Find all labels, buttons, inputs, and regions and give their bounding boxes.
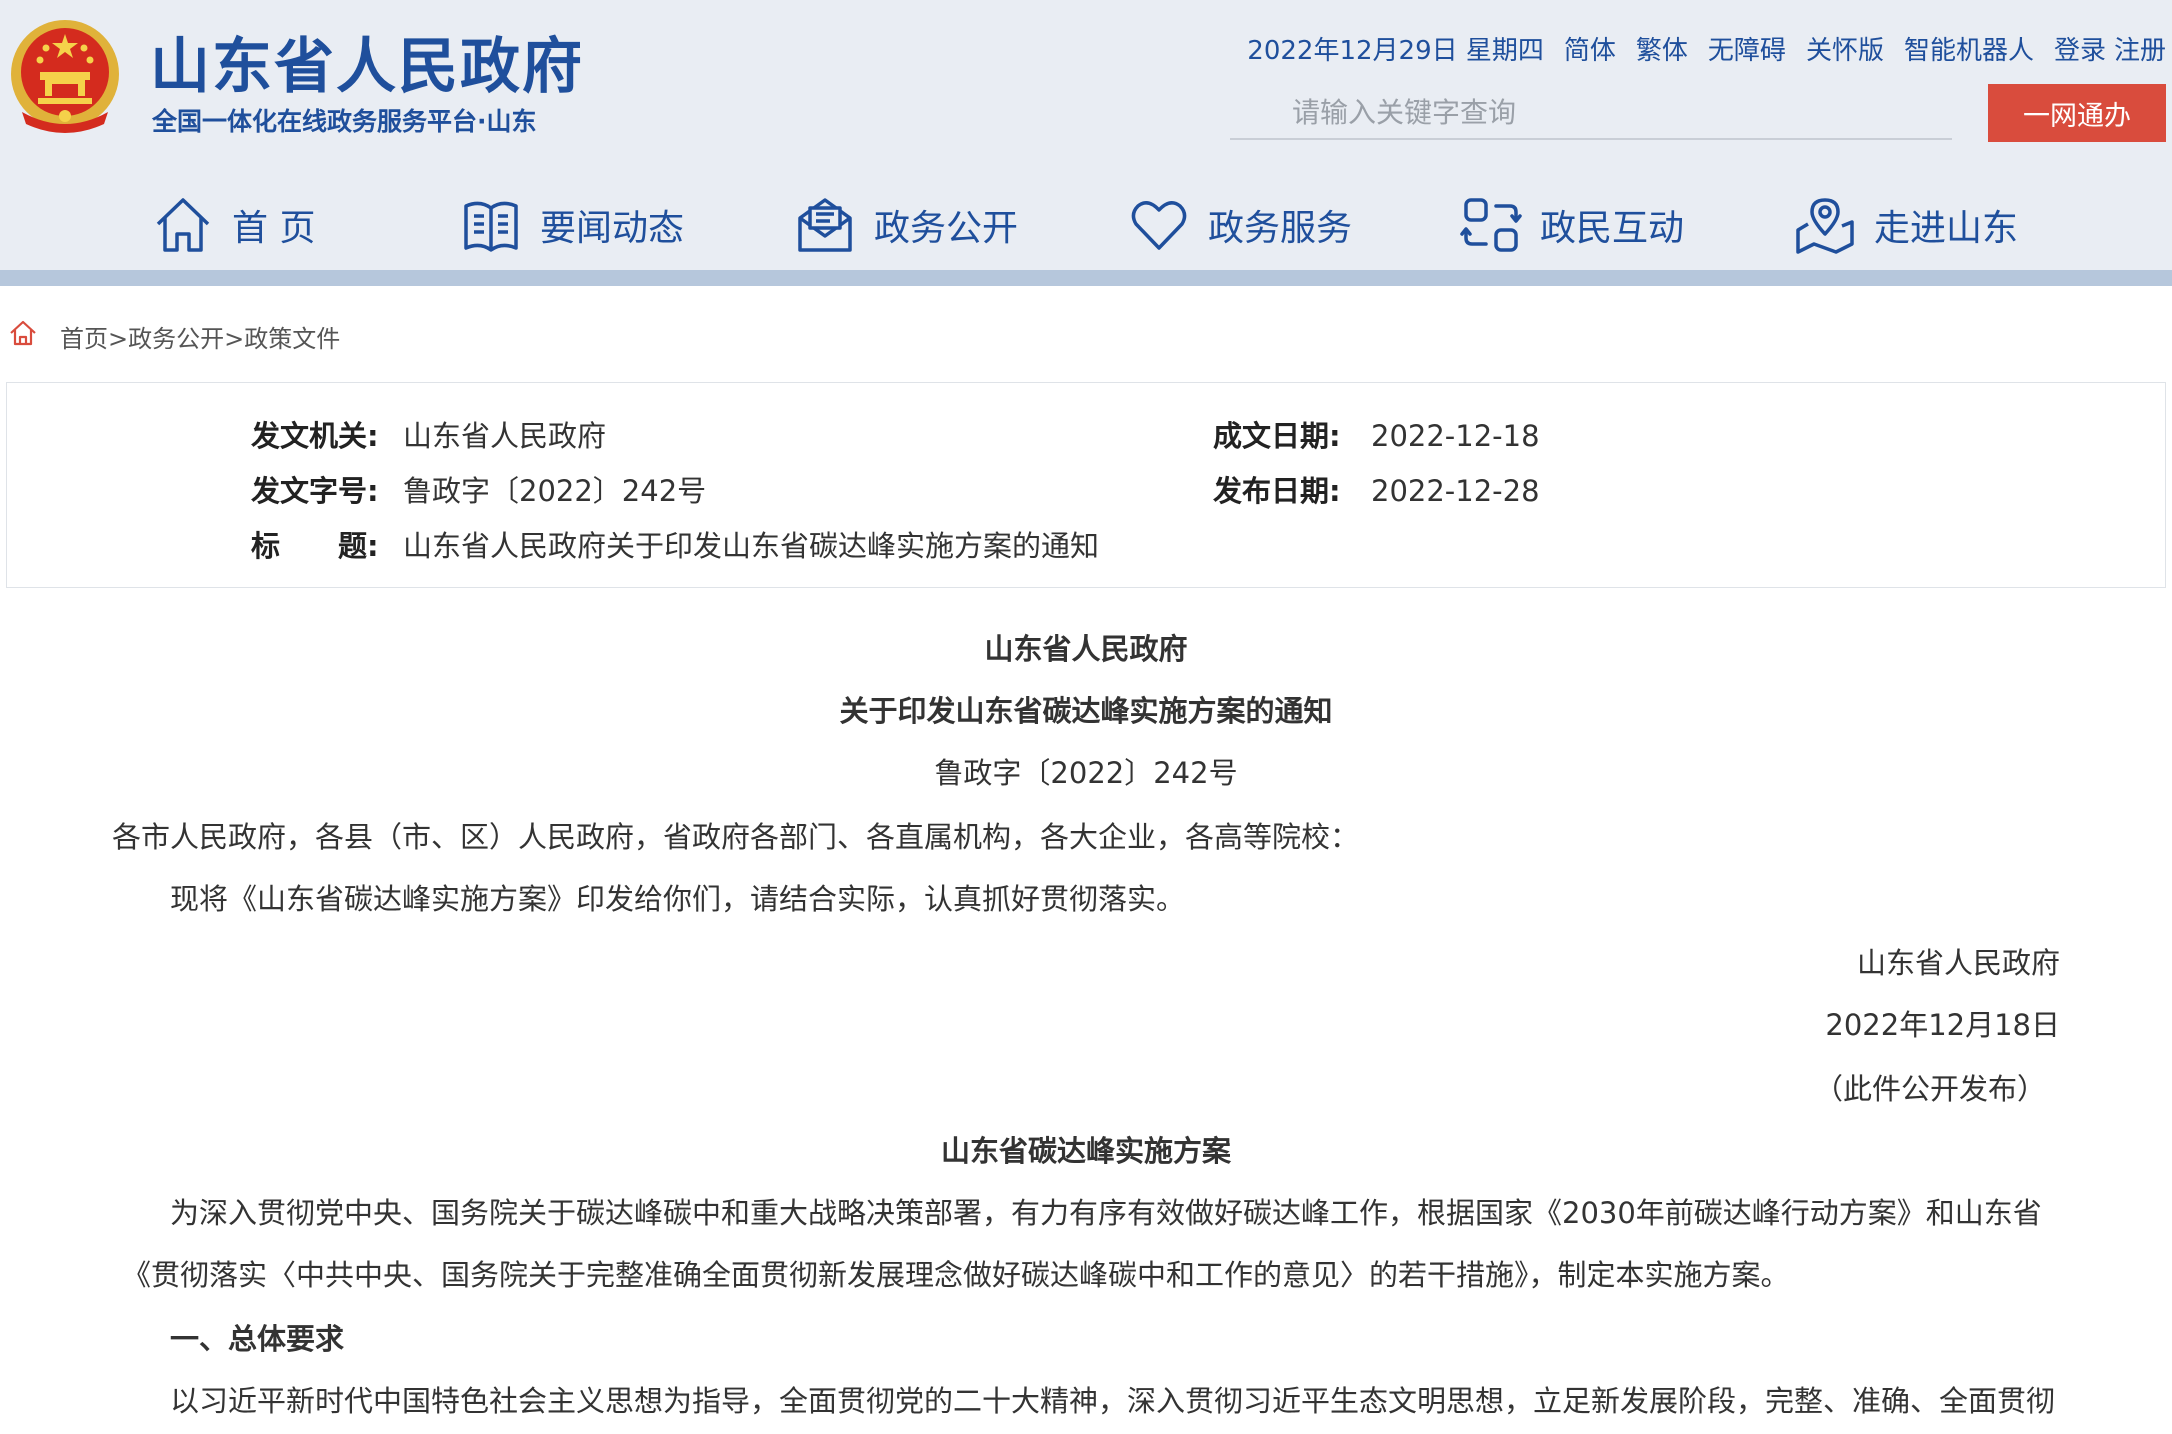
document-info-box: 发文机关: 山东省人民政府 发文字号: 鲁政字〔2022〕242号 标 题: 山东省人… <box>6 382 2166 588</box>
site-title[interactable]: 山东省人民政府 <box>150 18 584 105</box>
info-issuer-label: 发文机关: <box>251 419 379 453</box>
breadcrumb-link-policy[interactable]: 政策文件 <box>244 325 340 353</box>
info-title-label: 标 题: <box>251 529 379 563</box>
doc-sign-note: （此件公开发布） <box>1813 1072 2046 1106</box>
plan-paragraph-line: 为深入贯彻党中央、国务院关于碳达峰碳中和重大战略决策部署，有力有序有效做好碳达峰… <box>170 1196 2042 1230</box>
doc-body-paragraph: 现将《山东省碳达峰实施方案》印发给你们，请结合实际，认真抓好贯彻落实。 <box>170 882 1186 916</box>
nav-label: 走进山东 <box>1874 208 2019 249</box>
nav-label: 首 页 <box>232 208 316 249</box>
plan-paragraph-line: 以习近平新时代中国特色社会主义思想为指导，全面贯彻党的二十大精神，深入贯彻习近平… <box>170 1384 2056 1418</box>
heart-icon <box>1131 201 1187 250</box>
info-publish-value: 2022-12-28 <box>1371 474 1540 508</box>
link-traditional[interactable]: 繁体 <box>1636 30 1688 67</box>
search-input[interactable] <box>1230 86 1952 138</box>
current-date: 2022年12月29日 星期四 <box>1247 36 1544 66</box>
plan-paragraph-line: 《贯彻落实〈中共中央、国务院关于完整准确全面贯彻新发展理念做好碳达峰碳中和工作的… <box>122 1258 1790 1292</box>
nav-home[interactable]: 首 页 <box>152 186 315 264</box>
link-simplified[interactable]: 简体 <box>1564 30 1616 67</box>
doc-heading-title: 关于印发山东省碳达峰实施方案的通知 <box>839 694 1333 728</box>
nav-gov-services[interactable]: 政务服务 <box>1128 186 1352 264</box>
national-emblem-logo[interactable] <box>8 16 122 138</box>
breadcrumb-link-gov-affairs[interactable]: 政务公开 <box>128 325 224 353</box>
main-nav: 首 页 要闻动态 政务公开 政务服务 政民互动 走进山东 <box>0 186 2172 264</box>
info-written-date: 成文日期: 2022-12-18 <box>1213 413 1540 455</box>
doc-number: 鲁政字〔2022〕242号 <box>934 756 1238 790</box>
site-header: 山东省人民政府 全国一体化在线政务服务平台·山东 2022年12月29日 星期四… <box>0 0 2172 270</box>
link-register[interactable]: 注册 <box>2114 30 2166 67</box>
info-written-label: 成文日期: <box>1213 419 1341 453</box>
link-login[interactable]: 登录 <box>2054 30 2106 67</box>
interaction-icon <box>1460 198 1522 252</box>
info-title-value: 山东省人民政府关于印发山东省碳达峰实施方案的通知 <box>403 529 1100 563</box>
info-doc-no-value: 鲁政字〔2022〕242号 <box>403 474 707 508</box>
breadcrumb-link-home[interactable]: 首页 <box>60 325 108 353</box>
info-issuer: 发文机关: 山东省人民政府 <box>251 413 606 455</box>
link-accessibility[interactable]: 无障碍 <box>1708 30 1786 67</box>
nav-label: 政民互动 <box>1540 208 1685 249</box>
site-subtitle: 全国一体化在线政务服务平台·山东 <box>152 107 537 136</box>
link-care-version[interactable]: 关怀版 <box>1806 30 1884 67</box>
doc-heading-issuer: 山东省人民政府 <box>984 632 1188 666</box>
doc-addressees: 各市人民政府，各县（市、区）人民政府，省政府各部门、各直属机构，各大企业，各高等… <box>112 820 1360 854</box>
section-heading: 一、总体要求 <box>170 1322 345 1356</box>
mail-open-icon <box>798 198 852 252</box>
info-doc-no: 发文字号: 鲁政字〔2022〕242号 <box>251 468 706 510</box>
info-written-value: 2022-12-18 <box>1371 419 1540 453</box>
nav-gov-affairs[interactable]: 政务公开 <box>794 186 1018 264</box>
breadcrumb-home-icon <box>8 318 38 354</box>
info-publish-label: 发布日期: <box>1213 474 1341 508</box>
info-issuer-value: 山东省人民政府 <box>403 419 607 453</box>
doc-sign-org: 山东省人民政府 <box>1856 946 2060 980</box>
nav-label: 政务公开 <box>874 208 1019 249</box>
plan-title: 山东省碳达峰实施方案 <box>940 1134 1231 1168</box>
info-title: 标 题: 山东省人民政府关于印发山东省碳达峰实施方案的通知 <box>251 523 1099 565</box>
link-smart-robot[interactable]: 智能机器人 <box>1904 30 2034 67</box>
breadcrumb-separator: > <box>108 324 129 353</box>
search-box <box>1230 86 1952 140</box>
home-icon <box>156 198 210 252</box>
nav-shandong[interactable]: 走进山东 <box>1794 186 2018 264</box>
top-links: 2022年12月29日 星期四 简体 繁体 无障碍 关怀版 智能机器人 登录 注… <box>1247 30 2166 67</box>
info-doc-no-label: 发文字号: <box>251 474 379 508</box>
doc-sign-date: 2022年12月18日 <box>1825 1008 2060 1042</box>
nav-news[interactable]: 要闻动态 <box>460 186 684 264</box>
book-icon <box>464 201 518 252</box>
breadcrumb-separator: > <box>224 324 245 353</box>
nav-label: 要闻动态 <box>540 208 685 249</box>
breadcrumb: 首页>政务公开>政策文件 <box>8 318 340 354</box>
map-pin-icon <box>1796 198 1854 254</box>
info-publish-date: 发布日期: 2022-12-28 <box>1213 468 1540 510</box>
nav-label: 政务服务 <box>1208 208 1353 249</box>
yiwang-button[interactable]: 一网通办 <box>1988 84 2166 142</box>
nav-divider <box>0 270 2172 286</box>
nav-interaction[interactable]: 政民互动 <box>1460 186 1684 264</box>
